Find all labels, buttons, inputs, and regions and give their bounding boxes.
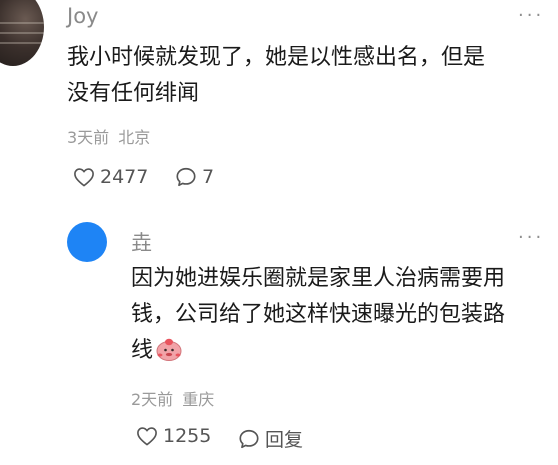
reply-more-options-button[interactable]: ··· <box>518 227 544 248</box>
heart-icon <box>137 427 157 446</box>
reply-like-button[interactable]: 1255 <box>136 425 211 447</box>
reply-button-label: 回复 <box>265 429 304 451</box>
comment-bubble-icon <box>239 429 259 448</box>
comment-text-line: 我小时候就发现了，她是以性感出名，但是 <box>67 45 486 70</box>
reply-text-line: 钱，公司给了她这样快速曝光的包装路 <box>131 302 506 327</box>
reply-username[interactable]: 垚 <box>131 227 152 257</box>
comment-location: 北京 <box>118 128 151 147</box>
reply-like-count: 1255 <box>163 425 212 447</box>
reply-text: 因为她进娱乐圈就是家里人治病需要用 钱，公司给了她这样快速曝光的包装路 线 <box>131 261 505 369</box>
reply-button[interactable]: 回复 <box>238 425 303 452</box>
comment-text: 我小时候就发现了，她是以性感出名，但是 没有任何绯闻 <box>67 40 485 112</box>
avatar[interactable] <box>0 0 44 66</box>
reply-count-button[interactable]: 7 <box>175 166 214 188</box>
comment-username[interactable]: Joy <box>67 4 98 28</box>
reply-text-line: 因为她进娱乐圈就是家里人治病需要用 <box>131 266 506 291</box>
like-count: 2477 <box>100 166 149 188</box>
more-options-button[interactable]: ··· <box>518 5 544 26</box>
reply-avatar[interactable] <box>67 222 107 262</box>
reply-location: 重庆 <box>182 390 215 409</box>
like-button[interactable]: 2477 <box>73 166 148 188</box>
comment-time: 3天前 <box>67 128 110 147</box>
heart-icon <box>74 168 94 187</box>
comment-bubble-icon <box>176 167 196 187</box>
reply-text-line: 线 <box>131 333 505 369</box>
reply-count: 7 <box>202 166 215 188</box>
comment-meta: 3天前 北京 <box>67 124 150 148</box>
reply-meta: 2天前 重庆 <box>131 386 214 410</box>
comment-text-line: 没有任何绯闻 <box>67 81 200 106</box>
emoji-sticker-icon <box>156 338 182 361</box>
reply-time: 2天前 <box>131 390 174 409</box>
